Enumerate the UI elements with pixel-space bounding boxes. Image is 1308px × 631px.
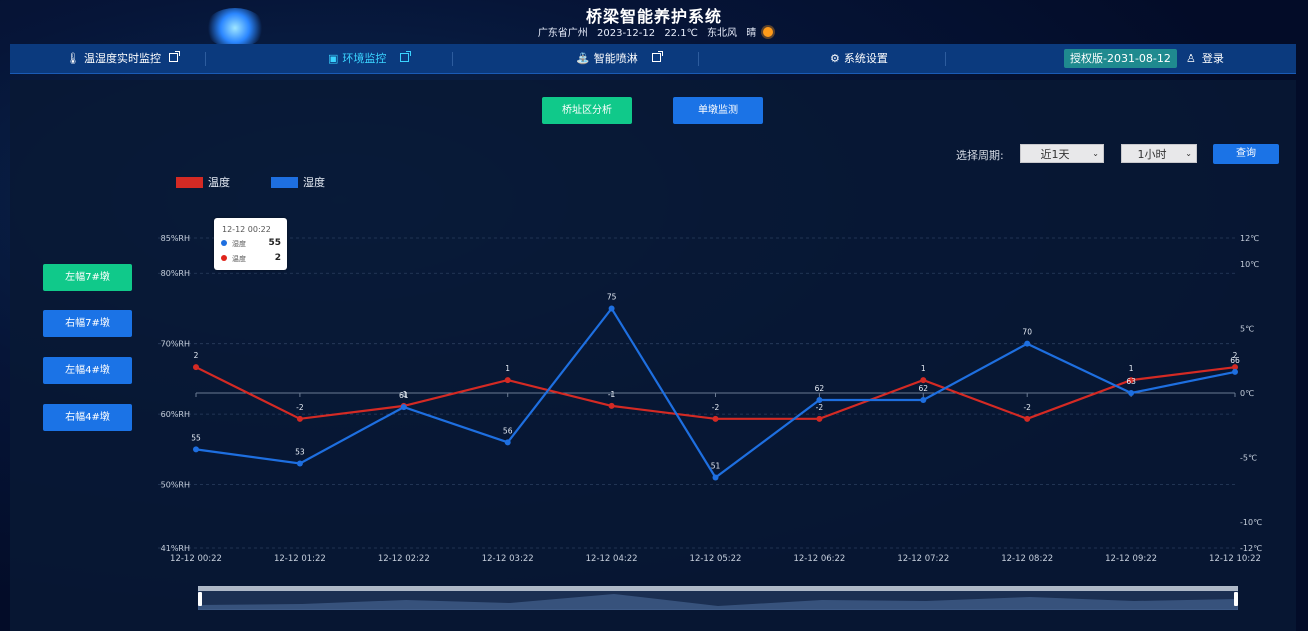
humidity-data-point xyxy=(1128,390,1135,396)
data-zoom-slider[interactable] xyxy=(198,586,1238,610)
humidity-data-label: 61 xyxy=(399,391,409,400)
temperature-data-point xyxy=(296,415,303,422)
line-chart: 85%RH 80%RH 70%RH 60%RH 50%RH 41%RH 12℃ 10℃ 5℃ 0℃… xyxy=(158,234,1262,564)
x-axis-tick-label: 12-12 10:22 xyxy=(1209,554,1261,564)
y-axis-right-tick-label: -5℃ xyxy=(1240,454,1257,463)
humidity-data-point xyxy=(816,397,823,404)
chart-tooltip: 12-12 00:22 湿度 55 温度 2 xyxy=(214,218,287,270)
humidity-data-point xyxy=(608,305,615,312)
humidity-data-label: 55 xyxy=(191,433,201,442)
tooltip-dot xyxy=(221,240,227,246)
humidity-data-point xyxy=(400,404,407,411)
humidity-data-point xyxy=(1024,340,1031,347)
y-axis-right-tick-label: -10℃ xyxy=(1240,518,1262,527)
temperature-data-point xyxy=(193,364,199,371)
humidity-data-label: 53 xyxy=(295,447,305,456)
tooltip-time: 12-12 00:22 xyxy=(222,225,271,234)
slider-right-handle[interactable] xyxy=(1234,592,1238,606)
temperature-data-label: -1 xyxy=(608,390,616,399)
humidity-data-label: 66 xyxy=(1230,356,1240,365)
temperature-data-label: -2 xyxy=(1023,403,1031,412)
y-axis-right-tick-label: 5℃ xyxy=(1240,324,1254,333)
temperature-data-label: 1 xyxy=(505,364,510,373)
x-axis-tick-label: 12-12 07:22 xyxy=(897,554,949,564)
x-axis-tick-label: 12-12 08:22 xyxy=(1001,554,1053,564)
tooltip-row-temperature: 温度 2 xyxy=(221,253,281,265)
x-axis-tick-label: 12-12 04:22 xyxy=(586,554,638,564)
temperature-data-label: -2 xyxy=(712,403,720,412)
humidity-data-label: 70 xyxy=(1022,328,1032,337)
humidity-data-label: 51 xyxy=(711,462,721,471)
temperature-data-point xyxy=(1024,415,1031,422)
temperature-data-label: -2 xyxy=(816,403,824,412)
slider-top-bar xyxy=(198,586,1238,591)
y-axis-left-tick-label: 70%RH xyxy=(161,340,190,349)
humidity-data-label: 56 xyxy=(503,426,513,435)
humidity-data-label: 62 xyxy=(815,384,825,393)
humidity-data-point xyxy=(920,397,927,404)
humidity-data-point xyxy=(712,474,719,481)
temperature-data-point xyxy=(504,377,511,384)
temperature-data-label: 2 xyxy=(194,351,199,360)
humidity-data-label: 62 xyxy=(919,384,929,393)
x-axis-tick-label: 12-12 05:22 xyxy=(690,554,742,564)
x-axis-tick-label: 12-12 09:22 xyxy=(1105,554,1157,564)
slider-left-handle[interactable] xyxy=(198,592,202,606)
temperature-data-point xyxy=(608,402,615,409)
temperature-data-label: -2 xyxy=(296,403,304,412)
y-axis-left-tick-label: 80%RH xyxy=(161,269,190,278)
humidity-data-label: 75 xyxy=(607,292,617,301)
x-axis-tick-label: 12-12 00:22 xyxy=(170,554,222,564)
x-axis-tick-label: 12-12 03:22 xyxy=(482,554,534,564)
temperature-data-point xyxy=(816,415,823,422)
tooltip-series-value: 2 xyxy=(274,253,281,263)
y-axis-right-tick-label: 12℃ xyxy=(1240,234,1259,243)
humidity-data-point xyxy=(1232,368,1238,375)
temperature-data-label: 1 xyxy=(1129,364,1134,373)
temperature-data-point xyxy=(712,415,719,422)
humidity-data-label: 63 xyxy=(1126,377,1136,386)
humidity-data-point xyxy=(296,460,303,467)
y-axis-left-tick-label: 41%RH xyxy=(161,544,190,553)
tooltip-series-value: 55 xyxy=(268,238,281,248)
x-axis-tick-label: 12-12 01:22 xyxy=(274,554,326,564)
tooltip-series-name: 温度 xyxy=(232,255,246,263)
tooltip-dot xyxy=(221,255,227,261)
tooltip-row-humidity: 湿度 55 xyxy=(221,238,281,250)
humidity-data-point xyxy=(193,446,199,453)
y-axis-left-tick-label: 85%RH xyxy=(161,234,190,243)
y-axis-right-tick-label: -12℃ xyxy=(1240,544,1262,553)
humidity-data-point xyxy=(504,439,511,446)
y-axis-left-tick-label: 60%RH xyxy=(161,410,190,419)
y-axis-left-tick-label: 50%RH xyxy=(161,481,190,490)
x-axis-tick-label: 12-12 06:22 xyxy=(793,554,845,564)
x-axis-tick-label: 12-12 02:22 xyxy=(378,554,430,564)
temperature-data-point xyxy=(920,377,927,384)
y-axis-right-tick-label: 0℃ xyxy=(1240,389,1254,398)
y-axis-right-tick-label: 10℃ xyxy=(1240,260,1259,269)
tooltip-series-name: 湿度 xyxy=(232,240,246,248)
temperature-data-label: 1 xyxy=(921,364,926,373)
